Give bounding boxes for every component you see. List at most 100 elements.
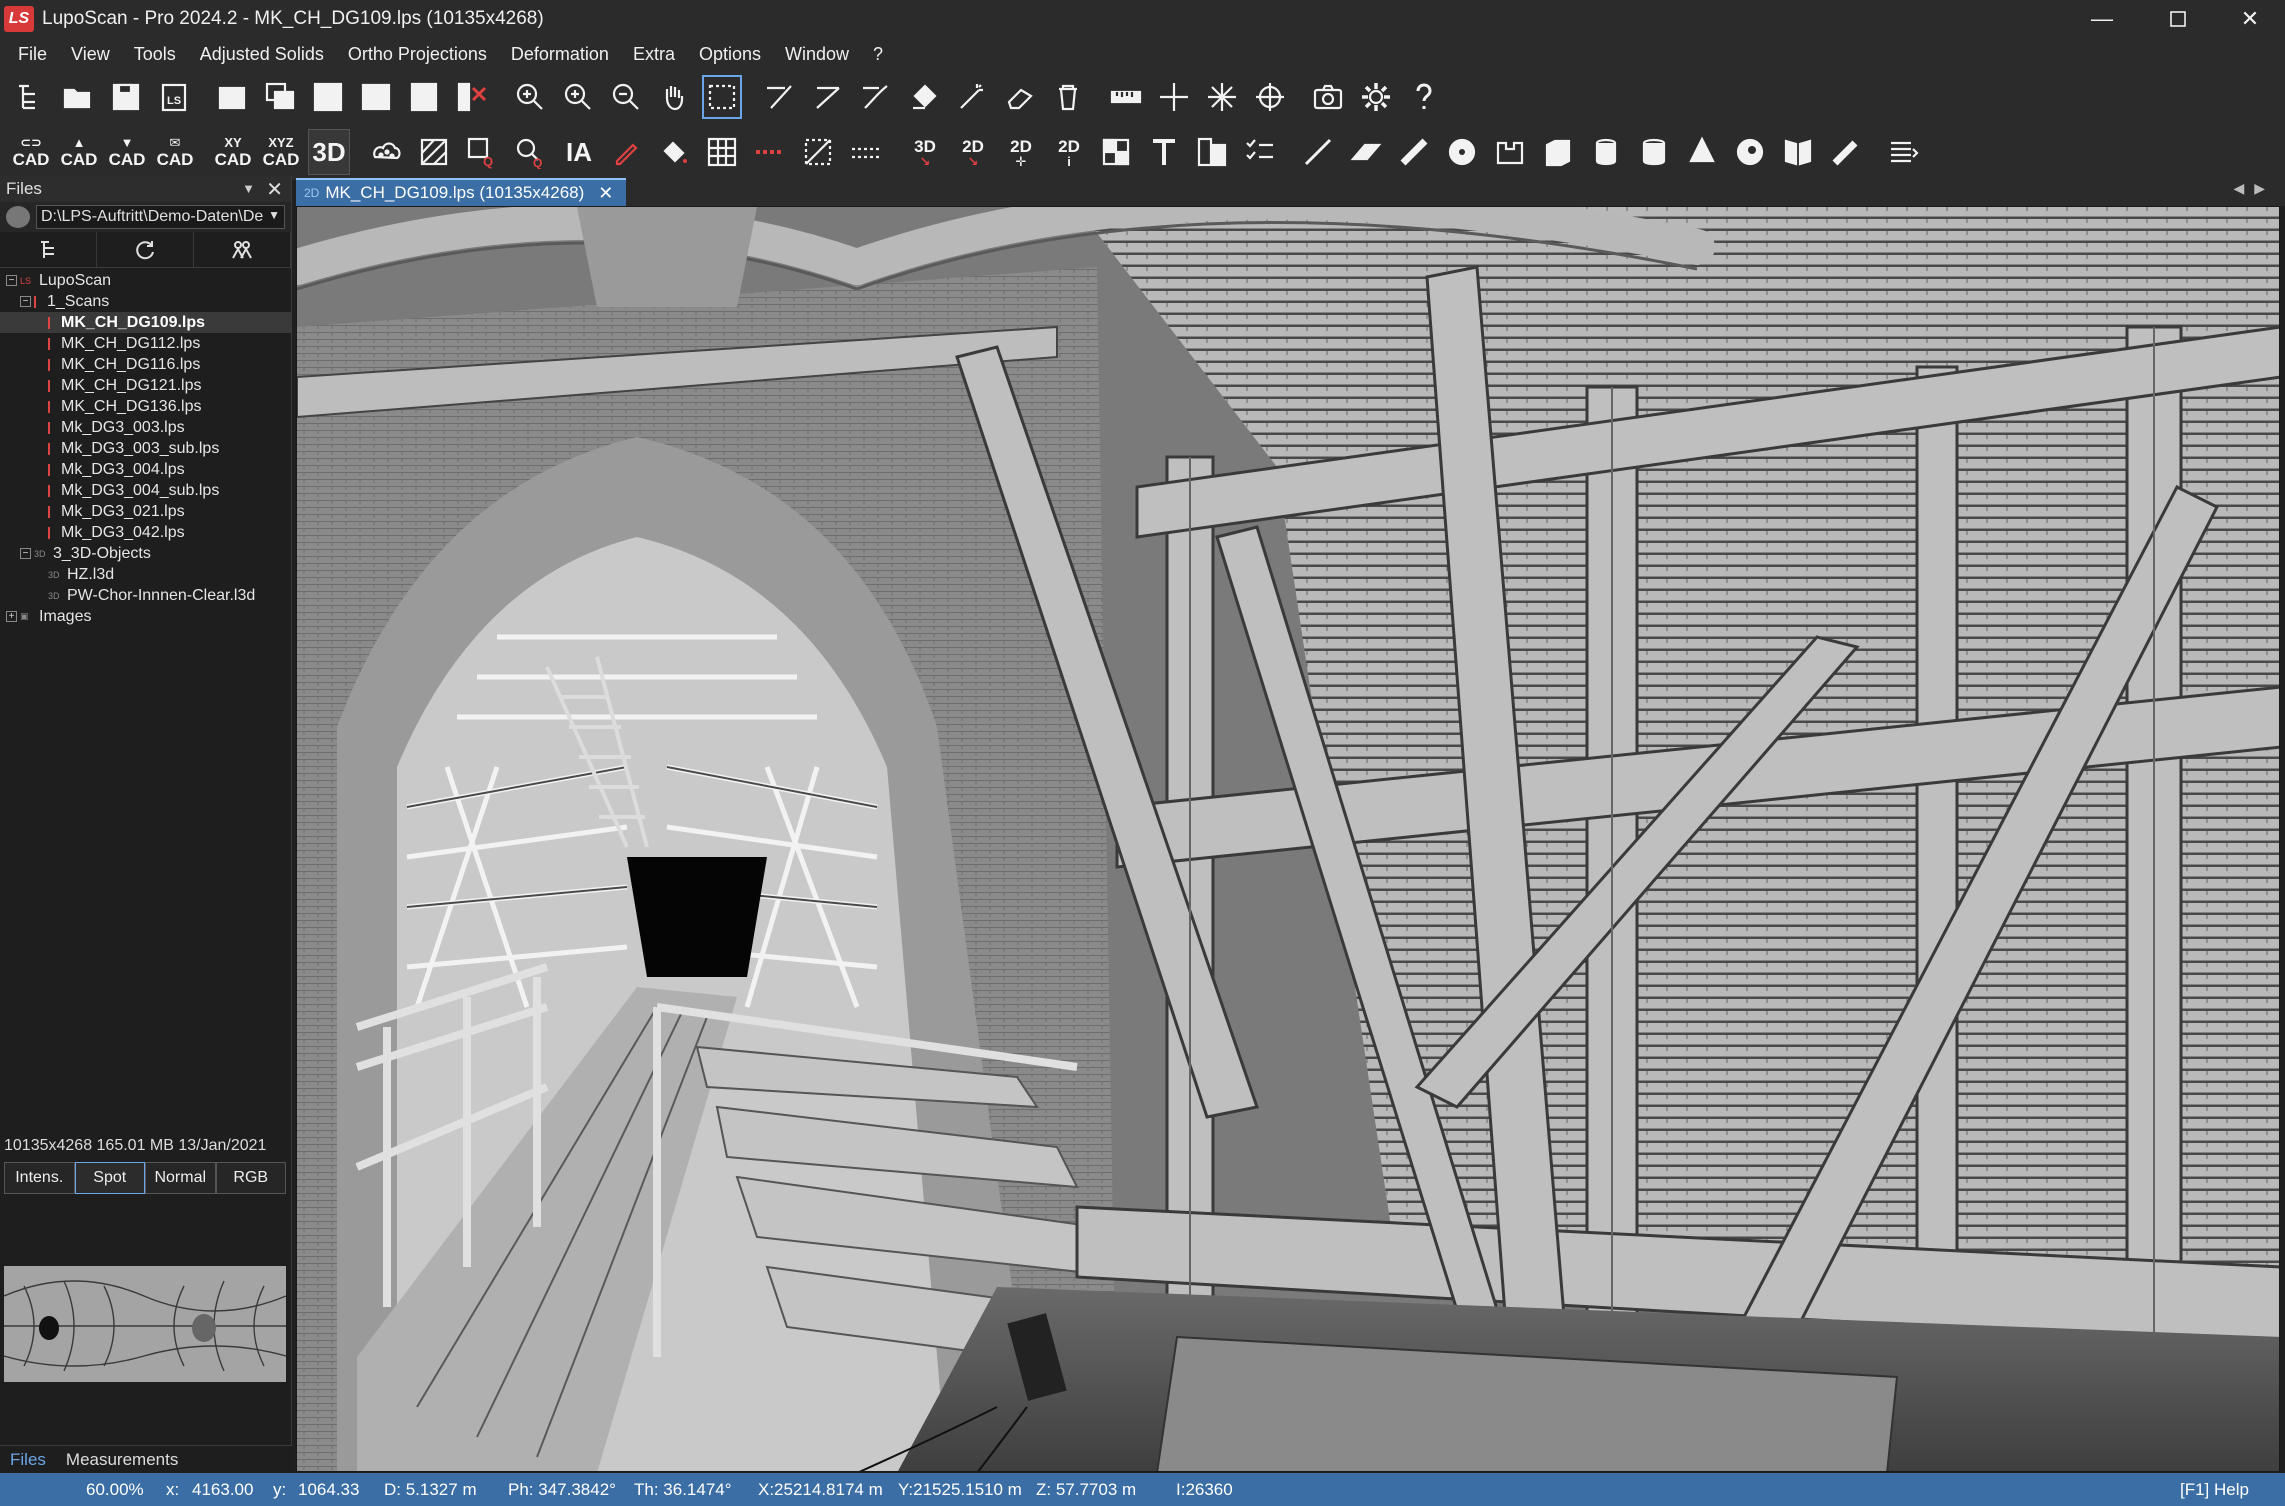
scan-thumbnail[interactable] [4, 1266, 286, 1382]
window-single-button[interactable] [212, 75, 252, 119]
close-icon[interactable]: ✕ [266, 177, 283, 202]
tab-normal[interactable]: Normal [145, 1162, 216, 1194]
tab-files[interactable]: Files [0, 1446, 56, 1473]
cone-button[interactable] [1682, 130, 1722, 174]
menu-tools[interactable]: Tools [122, 38, 188, 70]
eraser-button[interactable] [1000, 75, 1040, 119]
tab-measurements[interactable]: Measurements [56, 1446, 188, 1473]
tree-expand-button[interactable] [0, 232, 97, 267]
book-button[interactable] [1778, 130, 1818, 174]
window-horizontal-button[interactable] [356, 75, 396, 119]
cad-up-button[interactable]: ▲ CAD [58, 129, 100, 175]
ia-button[interactable]: IA [558, 129, 600, 175]
people-button[interactable] [194, 232, 291, 267]
tree-item[interactable]: MK_CH_DG109.lps [0, 312, 291, 333]
screenshot-button[interactable] [1308, 75, 1348, 119]
menu-options[interactable]: Options [687, 38, 773, 70]
magic-wand-button[interactable] [952, 75, 992, 119]
window-cascade-button[interactable] [260, 75, 300, 119]
path-select[interactable]: D:\LPS-Auftritt\Demo-Daten\De ▼ [36, 205, 285, 229]
maximize-button[interactable] [2143, 0, 2213, 38]
cad-link-button[interactable]: ⊂⊃ CAD [10, 129, 52, 175]
tree-item[interactable]: MK_CH_DG136.lps [0, 396, 291, 417]
point-cloud-button[interactable] [366, 130, 406, 174]
help-hint[interactable]: [F1] Help [2180, 1480, 2249, 1500]
layers-button[interactable] [1192, 130, 1232, 174]
minimize-button[interactable]: — [2067, 0, 2137, 38]
wall-button[interactable] [1538, 130, 1578, 174]
zoom-fit-button[interactable] [510, 75, 550, 119]
open-button[interactable] [58, 75, 98, 119]
tree-item[interactable]: Mk_DG3_042.lps [0, 522, 291, 543]
select-region-button[interactable] [702, 75, 742, 119]
close-tab-icon[interactable]: ✕ [598, 183, 613, 204]
paint-button[interactable] [654, 130, 694, 174]
measure-button[interactable] [1106, 75, 1146, 119]
tab-rgb[interactable]: RGB [215, 1162, 286, 1194]
pan-button[interactable] [654, 75, 694, 119]
cylinder-button[interactable] [1586, 130, 1626, 174]
collapse-icon[interactable]: − [20, 296, 31, 307]
pen-button[interactable] [606, 130, 646, 174]
tab-intensity[interactable]: Intens. [4, 1162, 75, 1194]
mesh-button[interactable] [414, 130, 454, 174]
target-button[interactable] [1250, 75, 1290, 119]
tree-item[interactable]: Mk_DG3_003.lps [0, 417, 291, 438]
settings-button[interactable] [1356, 75, 1396, 119]
cad-down-button[interactable]: ▼ CAD [106, 129, 148, 175]
collapse-icon[interactable]: − [20, 548, 31, 559]
cylinder-line-button[interactable] [1394, 130, 1434, 174]
line-tool-button[interactable] [1298, 130, 1338, 174]
menu-file[interactable]: File [6, 38, 59, 70]
collapse-icon[interactable]: − [6, 275, 17, 286]
document-tab[interactable]: 2D MK_CH_DG109.lps (10135x4268) ✕ [296, 178, 626, 206]
draw-curve-button[interactable] [856, 75, 896, 119]
tree-item[interactable]: Mk_DG3_004.lps [0, 459, 291, 480]
help-button[interactable] [1404, 75, 1444, 119]
chevron-down-icon[interactable]: ▼ [242, 181, 255, 196]
window-vertical-button[interactable] [404, 75, 444, 119]
checker-button[interactable] [1096, 130, 1136, 174]
delete-button[interactable] [1048, 75, 1088, 119]
menu-help[interactable]: ? [861, 38, 895, 70]
window-tile-button[interactable] [308, 75, 348, 119]
2d-info-button[interactable]: 2D i [1048, 129, 1090, 175]
tree-item[interactable]: Mk_DG3_021.lps [0, 501, 291, 522]
tab-scroll-arrows[interactable]: ◀▶ [2233, 180, 2275, 197]
close-window-button[interactable]: ✕ [2215, 0, 2285, 38]
tree-item[interactable]: − LS LupoScan [0, 270, 291, 291]
point-snap-button[interactable] [1202, 75, 1242, 119]
tree-item[interactable]: MK_CH_DG121.lps [0, 375, 291, 396]
draw-polyline-button[interactable] [760, 75, 800, 119]
close-all-windows-button[interactable] [452, 75, 492, 119]
tree-item[interactable]: + ▣ Images [0, 606, 291, 627]
tree-item[interactable]: −3D 3_3D-Objects [0, 543, 291, 564]
draw-line-button[interactable] [808, 75, 848, 119]
xy-cad-button[interactable]: XY CAD [212, 129, 254, 175]
query-search-button[interactable]: Q [510, 130, 550, 174]
profile-button[interactable] [1490, 130, 1530, 174]
save-ls-button[interactable]: LS [154, 75, 194, 119]
2d-anchor-button[interactable]: 2D ✛ [1000, 129, 1042, 175]
query-tool-button[interactable]: Q [462, 130, 502, 174]
save-button[interactable] [106, 75, 146, 119]
tree-item[interactable]: 3D HZ.l3d [0, 564, 291, 585]
menu-deformation[interactable]: Deformation [499, 38, 621, 70]
dotted-line-button[interactable] [846, 130, 886, 174]
cad-mail-button[interactable]: ✉ CAD [154, 129, 196, 175]
scan-viewport[interactable] [296, 206, 2280, 1472]
crosshair-button[interactable] [1154, 75, 1194, 119]
view-3d-button[interactable]: 3D [308, 129, 350, 175]
menu-ortho-projections[interactable]: Ortho Projections [336, 38, 499, 70]
refresh-button[interactable] [97, 232, 194, 267]
menu-view[interactable]: View [59, 38, 122, 70]
sphere-button[interactable] [1442, 130, 1482, 174]
tab-spot[interactable]: Spot [74, 1162, 145, 1194]
tree-item[interactable]: 3D PW-Chor-Innnen-Clear.l3d [0, 585, 291, 606]
tree-item[interactable]: Mk_DG3_004_sub.lps [0, 480, 291, 501]
text-button[interactable] [1144, 130, 1184, 174]
tree-view-button[interactable] [10, 75, 50, 119]
checklist-button[interactable] [1240, 130, 1280, 174]
xyz-cad-button[interactable]: XYZ CAD [260, 129, 302, 175]
fill-button[interactable] [904, 75, 944, 119]
